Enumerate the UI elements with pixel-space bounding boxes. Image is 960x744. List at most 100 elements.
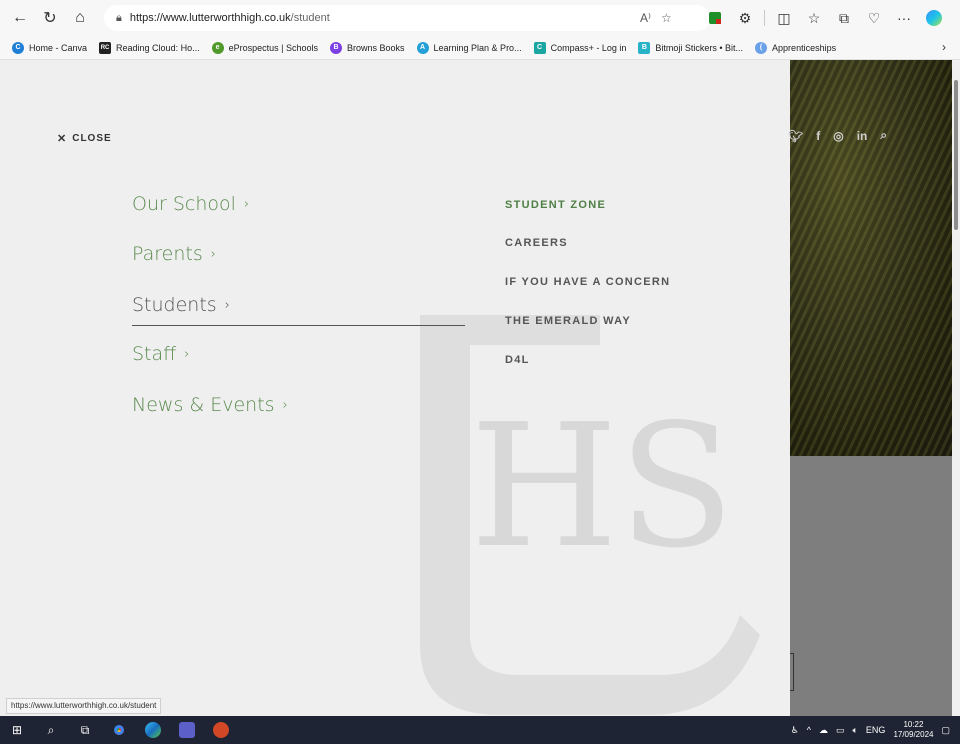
reading-cloud-icon: RC (99, 41, 112, 54)
taskbar-search-icon[interactable]: ⌕ (34, 716, 68, 744)
linkedin-icon[interactable]: in (857, 129, 868, 143)
address-actions: A⁾ ☆ (640, 5, 672, 31)
bookmark-item[interactable]: ( Apprenticeships (755, 41, 837, 54)
accessibility-icon[interactable]: ♿︎ (791, 725, 799, 736)
chrome-icon[interactable] (102, 716, 136, 744)
split-screen-icon[interactable]: ◫ (769, 3, 799, 33)
language-indicator[interactable]: ENG (866, 725, 886, 735)
main-nav-parents[interactable]: Parents › (132, 243, 216, 265)
menu-overlay: HS ✕ CLOSE Our School › Parents › Studen… (0, 60, 790, 716)
bookmark-label: Learning Plan & Pro... (433, 42, 522, 53)
browns-books-icon: B (329, 41, 342, 54)
windows-taskbar: ⊞ ⌕ ⧉ ♿︎ ^ ☁ ▭ 🔈︎ ENG 10:22 17/09/2024 ▢ (0, 716, 960, 744)
extension-icon[interactable] (700, 3, 730, 33)
bookmark-item[interactable]: B Browns Books (329, 41, 405, 54)
bookmark-label: Bitmoji Stickers • Bit... (655, 42, 744, 53)
main-nav-label: Staff (132, 343, 177, 365)
close-icon: ✕ (57, 133, 68, 145)
bookmark-label: Home - Canva (29, 42, 88, 53)
learning-plan-icon: A (416, 41, 429, 54)
collections-icon[interactable]: ⧉ (829, 3, 859, 33)
compass-icon: C (533, 41, 546, 54)
bookmark-label: eProspectus | Schools (228, 42, 318, 53)
main-nav-students[interactable]: Students › (132, 294, 230, 316)
svg-text:HS: HS (470, 388, 735, 586)
bookmark-label: Reading Cloud: Ho... (116, 42, 200, 53)
lock-icon[interactable]: 🔒︎ (116, 12, 122, 25)
more-menu-icon[interactable]: ··· (889, 3, 919, 33)
notification-icon[interactable]: ▢ (941, 725, 950, 736)
sub-nav-student-zone[interactable]: STUDENT ZONE (505, 199, 606, 211)
bookmark-item[interactable]: A Learning Plan & Pro... (416, 41, 522, 54)
read-aloud-icon[interactable]: A⁾ (640, 11, 651, 25)
browser-essentials-icon[interactable]: ♡ (859, 3, 889, 33)
clock-time: 10:22 (903, 720, 924, 729)
close-label: CLOSE (72, 133, 112, 144)
sub-nav-careers[interactable]: CAREERS (505, 237, 568, 249)
main-nav-label: Parents (132, 243, 203, 265)
sub-nav-the-emerald-way[interactable]: THE EMERALD WAY (505, 315, 631, 327)
bookmark-label: Apprenticeships (772, 42, 837, 53)
hero-background-image (790, 60, 960, 456)
bookmark-item[interactable]: RC Reading Cloud: Ho... (99, 41, 200, 54)
volume-icon[interactable]: 🔈︎ (853, 725, 858, 736)
network-icon[interactable]: ▭ (836, 725, 845, 736)
toolbar-divider (764, 10, 765, 26)
onedrive-icon[interactable]: ☁ (819, 725, 828, 736)
main-nav-staff[interactable]: Staff › (132, 343, 189, 365)
main-nav-label: Our School (132, 193, 236, 215)
apprenticeships-icon: ( (755, 41, 768, 54)
social-links: 🐦︎ f ◎ in ⌕ (788, 128, 887, 143)
main-nav-news-events[interactable]: News & Events › (132, 394, 288, 416)
toolbar-extensions: ⚙ ◫ ☆ ⧉ ♡ ··· (700, 3, 949, 33)
link-status-tooltip: https://www.lutterworthhigh.co.uk/studen… (6, 698, 162, 714)
favorites-icon[interactable]: ☆ (799, 3, 829, 33)
sub-nav-d4l[interactable]: D4L (505, 354, 530, 366)
bookmark-item[interactable]: B Bitmoji Stickers • Bit... (638, 41, 744, 54)
home-button[interactable]: ⌂ (65, 3, 95, 33)
powerpoint-icon[interactable] (204, 716, 238, 744)
close-menu-button[interactable]: ✕ CLOSE (57, 132, 112, 145)
chevron-right-icon: › (184, 346, 190, 362)
main-nav-our-school[interactable]: Our School › (132, 193, 249, 215)
clock-date: 17/09/2024 (893, 730, 934, 739)
url-path: /student (290, 12, 330, 24)
web-page: HS ✕ CLOSE Our School › Parents › Studen… (0, 60, 960, 716)
teams-icon[interactable] (170, 716, 204, 744)
edge-icon[interactable] (136, 716, 170, 744)
refresh-button[interactable]: ↻ (35, 3, 65, 33)
back-button[interactable]: ← (5, 3, 35, 33)
chevron-right-icon: › (210, 246, 216, 262)
bookmarks-more-chevron-icon[interactable]: › (942, 40, 946, 54)
instagram-icon[interactable]: ◎ (833, 129, 843, 143)
bookmark-item[interactable]: C Home - Canva (12, 41, 88, 54)
bookmark-item[interactable]: e eProspectus | Schools (211, 41, 318, 54)
address-bar[interactable]: 🔒︎ https://www.lutterworthhigh.co.uk/stu… (104, 5, 710, 31)
search-icon[interactable]: ⌕ (880, 128, 887, 143)
active-nav-underline (132, 325, 465, 326)
chevron-right-icon: › (243, 196, 250, 212)
system-tray: ♿︎ ^ ☁ ▭ 🔈︎ ENG 10:22 17/09/2024 ▢ (791, 716, 960, 744)
twitter-icon[interactable]: 🐦︎ (788, 129, 803, 143)
scrollbar-thumb[interactable] (954, 80, 958, 230)
copilot-icon[interactable] (919, 3, 949, 33)
chevron-right-icon: › (282, 397, 288, 413)
page-scrollbar[interactable] (952, 60, 960, 716)
bookmark-label: Compass+ - Log in (550, 42, 627, 53)
windows-start-icon[interactable]: ⊞ (0, 716, 34, 744)
bookmark-label: Browns Books (346, 42, 405, 53)
bookmarks-bar: C Home - Canva RC Reading Cloud: Ho... e eP… (0, 36, 960, 60)
url-host: https://www.lutterworthhigh.co.uk (129, 12, 291, 24)
sub-nav-if-you-have-a-concern[interactable]: IF YOU HAVE A CONCERN (505, 276, 670, 288)
tray-expand-chevron-icon[interactable]: ^ (807, 725, 811, 735)
extensions-puzzle-icon[interactable]: ⚙ (730, 3, 760, 33)
bookmark-item[interactable]: C Compass+ - Log in (533, 41, 627, 54)
favorite-star-icon[interactable]: ☆ (661, 11, 672, 25)
main-nav-label: News & Events (132, 394, 275, 416)
canva-icon: C (12, 41, 24, 54)
eprospectus-icon: e (211, 41, 224, 54)
task-view-icon[interactable]: ⧉ (68, 716, 102, 744)
clock[interactable]: 10:22 17/09/2024 (893, 720, 933, 740)
facebook-icon[interactable]: f (816, 129, 820, 143)
browser-toolbar: ← ↻ ⌂ 🔒︎ https://www.lutterworthhigh.co.… (0, 0, 960, 36)
